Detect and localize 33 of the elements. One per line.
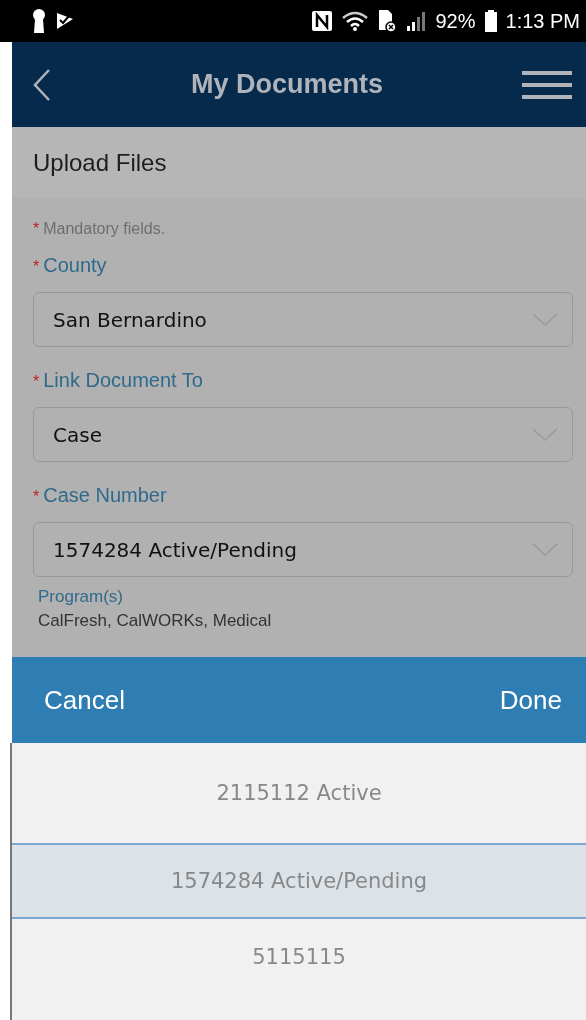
cancel-button[interactable]: Cancel	[44, 684, 125, 716]
menu-icon	[522, 69, 572, 100]
required-mark: *	[33, 258, 40, 276]
flag-check-icon	[55, 11, 75, 31]
field-label: Link Document To	[43, 369, 203, 392]
required-mark: *	[33, 373, 40, 391]
picker-option[interactable]: 2115112 Active	[12, 743, 586, 843]
chevron-left-icon	[32, 67, 52, 102]
picker-option[interactable]: 1574284 Active/Pending	[12, 843, 586, 919]
required-mark: *	[33, 488, 40, 506]
field-label: County	[43, 254, 107, 277]
section-title: Upload Files	[33, 148, 167, 177]
nfc-icon	[311, 10, 334, 32]
wifi-icon	[342, 11, 369, 31]
picker-option[interactable]: 5115115	[12, 919, 586, 995]
dropdown-field[interactable]: Case	[33, 407, 573, 462]
done-button[interactable]: Done	[499, 684, 562, 716]
menu-button[interactable]	[522, 69, 572, 100]
clock-time: 1:13 PM	[505, 9, 580, 33]
screen-title: My Documents	[190, 69, 383, 100]
dropdown-field[interactable]: 1574284 Active/Pending	[33, 522, 573, 577]
required-mark: *	[33, 220, 40, 238]
mandatory-note: Mandatory fields.	[43, 220, 166, 238]
signal-icon	[406, 11, 427, 31]
back-button[interactable]	[32, 67, 52, 102]
battery-percent: 92%	[435, 9, 476, 33]
programs-label: Program(s)	[38, 587, 124, 607]
battery-icon	[484, 10, 497, 32]
keyhole-icon	[32, 9, 46, 33]
dropdown-field[interactable]: San Bernardino	[33, 292, 573, 347]
programs-value: CalFresh, CalWORKs, Medical	[38, 611, 273, 631]
field-label: Case Number	[43, 484, 167, 507]
sd-card-icon	[377, 9, 398, 33]
